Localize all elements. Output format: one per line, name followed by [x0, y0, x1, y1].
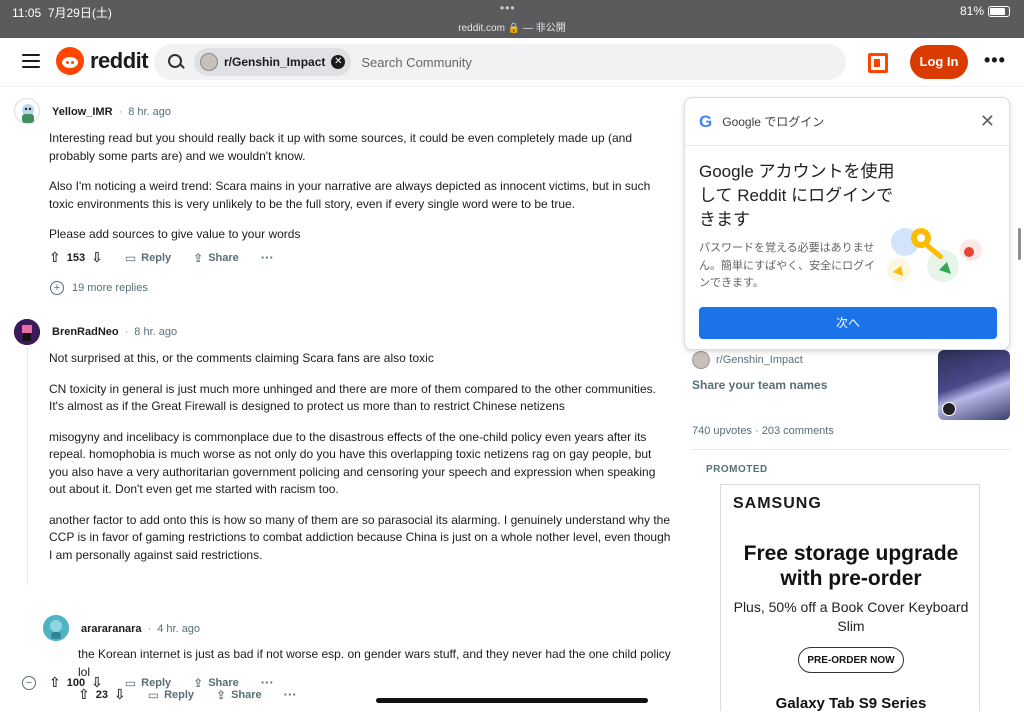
vote-count: 23	[95, 688, 108, 701]
comment-paragraph: another factor to add onto this is how s…	[49, 512, 671, 562]
downvote-icon[interactable]: ⇩	[114, 686, 126, 703]
promoted-label: PROMOTED	[706, 464, 768, 475]
comment-body: Interesting read but you should really b…	[49, 130, 671, 257]
comment-paragraph: Please add sources to give value to your…	[49, 227, 301, 241]
username[interactable]: BrenRadNeo	[52, 326, 119, 338]
comment-time: 4 hr. ago	[157, 623, 201, 635]
home-indicator[interactable]	[376, 698, 648, 703]
username[interactable]: Yellow_IMR	[52, 106, 113, 118]
comment-paragraph: the Korean internet is just as bad if no…	[78, 647, 671, 679]
snoo-icon	[56, 47, 84, 75]
reddit-header: reddit r/Genshin_Impact ✕ Log In •••	[0, 38, 1024, 87]
close-icon[interactable]: ✕	[980, 111, 995, 132]
username[interactable]: arararanara	[81, 623, 142, 635]
google-next-button[interactable]: 次へ	[699, 307, 997, 339]
logo-text: reddit	[90, 48, 149, 73]
comment-actions: ⇧ 153 ⇩ ▭ Reply ⇪ Share ···	[49, 249, 274, 266]
get-app-icon[interactable]	[868, 53, 888, 73]
upvote-icon[interactable]: ⇧	[49, 249, 61, 266]
vote-count: 153	[66, 251, 86, 264]
reddit-logo[interactable]: reddit	[56, 47, 149, 75]
post-stats: 740 upvotes · 203 comments	[692, 425, 834, 437]
share-icon: ⇪	[193, 250, 204, 265]
upvote-icon[interactable]: ⇧	[78, 686, 90, 703]
share-button[interactable]: ⇪ Share	[216, 688, 262, 702]
ad-footer: Galaxy Tab S9 Series	[775, 695, 927, 712]
google-login-description: パスワードを覚える必要はありません。簡単にすばやく、安全にログインできます。	[699, 242, 876, 289]
comment-icon: ▭	[147, 687, 160, 702]
comment-paragraph: Also I'm noticing a weird trend: Scara m…	[49, 179, 651, 211]
downvote-icon[interactable]: ⇩	[91, 249, 103, 266]
login-button[interactable]: Log In	[910, 45, 968, 79]
address-bar[interactable]: reddit.com 🔒 — 非公開	[0, 19, 1024, 34]
post-title[interactable]: Share your team names	[692, 378, 827, 392]
ad-brand: SAMSUNG	[733, 495, 822, 512]
subreddit-avatar	[200, 53, 218, 71]
scrollbar[interactable]	[1018, 228, 1021, 260]
battery-icon	[988, 5, 1010, 17]
comment-paragraph: CN toxicity in general is just much more…	[49, 381, 656, 414]
share-button[interactable]: ⇪ Share	[193, 251, 239, 265]
more-replies-link[interactable]: + 19 more replies	[50, 281, 148, 295]
comment-time: 8 hr. ago	[128, 106, 172, 118]
battery-percent: 81%	[959, 4, 984, 18]
comment: Yellow_IMR · 8 hr. ago Interesting read …	[0, 87, 680, 302]
user-avatar[interactable]	[43, 615, 69, 641]
expand-icon: +	[50, 281, 64, 295]
comment-icon: ▭	[124, 250, 137, 265]
media-icon	[942, 402, 956, 416]
vote-group: ⇧ 153 ⇩	[49, 249, 103, 266]
battery-status: 81%	[960, 4, 1010, 18]
user-avatar[interactable]	[14, 319, 40, 345]
more-actions-icon[interactable]: ···	[284, 687, 297, 702]
promoted-ad[interactable]: SAMSUNG Free storage upgrade with pre-or…	[720, 484, 980, 712]
google-popup-header: G Google でログイン	[685, 98, 1009, 146]
ad-headline: Free storage upgrade with pre-order	[743, 542, 959, 590]
subreddit-avatar	[692, 351, 710, 369]
multitask-dots[interactable]: •••	[500, 1, 516, 15]
comment-paragraph: Not surprised at this, or the comments c…	[49, 351, 434, 365]
more-options-icon[interactable]: •••	[984, 50, 1006, 71]
reply-button[interactable]: ▭ Reply	[125, 251, 171, 265]
share-icon: ⇪	[216, 687, 227, 702]
subreddit-chip[interactable]: r/Genshin_Impact ✕	[194, 48, 352, 76]
preorder-button[interactable]: PRE-ORDER NOW	[798, 647, 904, 673]
ad-subtext: Plus, 50% off a Book Cover Keyboard Slim	[733, 599, 969, 634]
post-thumbnail[interactable]	[938, 350, 1010, 420]
google-logo-icon: G	[699, 111, 713, 131]
comment-meta: BrenRadNeo · 8 hr. ago	[52, 326, 178, 338]
ios-status-bar: 11:05 7月29日(土) ••• reddit.com 🔒 — 非公開 81…	[0, 0, 1024, 38]
comment-paragraph: Interesting read but you should really b…	[49, 131, 632, 163]
google-login-popup: G Google でログイン ✕ Google アカウントを使用して Reddi…	[684, 97, 1010, 350]
comment-thread: Yellow_IMR · 8 hr. ago Interesting read …	[0, 87, 680, 711]
comment-actions: ⇧ 23 ⇩ ▭ Reply ⇪ Share ···	[78, 686, 297, 703]
menu-icon[interactable]	[22, 54, 40, 68]
search-input[interactable]	[361, 54, 662, 70]
search-bar[interactable]: r/Genshin_Impact ✕	[154, 44, 846, 80]
comment-meta: arararanara · 4 hr. ago	[81, 623, 201, 635]
related-post-card[interactable]: r/Genshin_Impact Share your team names 7…	[692, 345, 1012, 445]
sidebar-divider	[692, 449, 1010, 450]
more-actions-icon[interactable]: ···	[261, 250, 274, 265]
subreddit-chip-label: r/Genshin_Impact	[224, 55, 326, 69]
comment-paragraph: misogyny and incelibacy is commonplace d…	[49, 429, 656, 497]
user-avatar[interactable]	[14, 98, 40, 124]
clear-chip-icon[interactable]: ✕	[331, 55, 346, 69]
search-icon	[168, 54, 184, 70]
post-subreddit[interactable]: r/Genshin_Impact	[692, 351, 803, 369]
vote-group: ⇧ 23 ⇩	[78, 686, 126, 703]
comment: BrenRadNeo · 8 hr. ago Not surprised at …	[0, 315, 680, 690]
key-illustration-icon	[883, 218, 987, 288]
reply-button[interactable]: ▭ Reply	[148, 688, 194, 702]
comment-body: Not surprised at this, or the comments c…	[49, 350, 671, 577]
reply-comment: arararanara · 4 hr. ago the Korean inter…	[0, 614, 680, 711]
comment-meta: Yellow_IMR · 8 hr. ago	[52, 106, 172, 118]
google-login-heading: Google アカウントを使用して Reddit にログインできます	[699, 162, 895, 229]
comment-time: 8 hr. ago	[134, 326, 178, 338]
google-popup-title: Google でログイン	[722, 115, 825, 129]
